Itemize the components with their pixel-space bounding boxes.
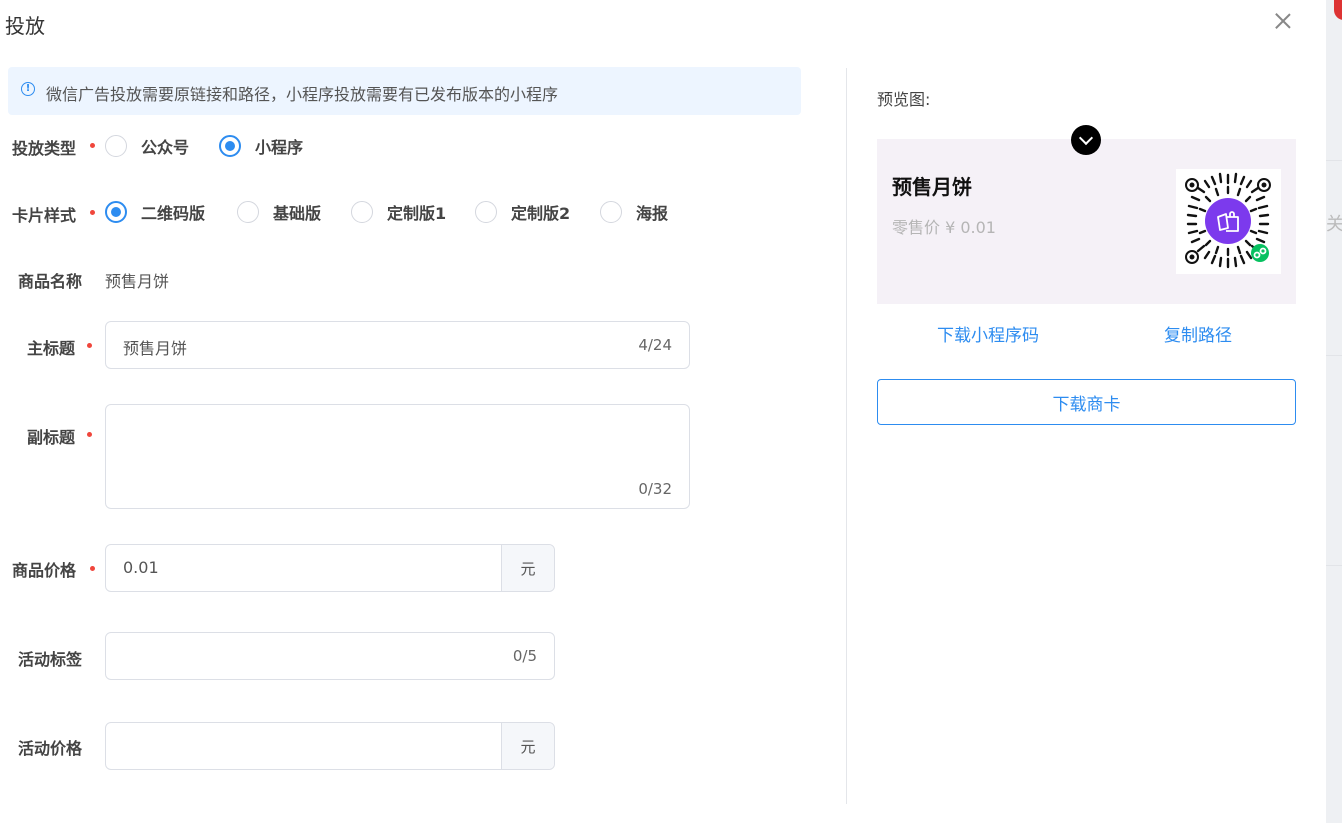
- activity-tag-input[interactable]: 0/5: [105, 632, 555, 680]
- radio-circle[interactable]: [600, 201, 622, 223]
- subtitle-count: 0/32: [638, 480, 672, 498]
- main-title-input[interactable]: 预售月饼 4/24: [105, 321, 690, 369]
- background-page-edge: 关: [1326, 0, 1342, 823]
- radio-mini-program[interactable]: 小程序: [219, 134, 303, 158]
- radio-label: 小程序: [255, 138, 304, 157]
- info-alert: ! 微信广告投放需要原链接和路径，小程序投放需要有已发布版本的小程序: [8, 67, 801, 115]
- background-divider: [1326, 565, 1342, 566]
- notification-badge: [1334, 0, 1342, 20]
- main-title-label: 主标题: [27, 339, 76, 358]
- radio-label: 海报: [636, 204, 669, 223]
- preview-label: 预览图:: [877, 90, 931, 109]
- download-qr-link[interactable]: 下载小程序码: [937, 321, 1039, 346]
- price-value: 0.01: [123, 558, 159, 577]
- radio-circle[interactable]: [105, 201, 127, 223]
- copy-path-link[interactable]: 复制路径: [1164, 321, 1232, 346]
- delivery-type-label: 投放类型: [12, 139, 77, 158]
- background-text: 关: [1326, 214, 1342, 235]
- radio-custom-1[interactable]: 定制版1: [351, 200, 446, 224]
- preview-card: 预售月饼 零售价 ¥ 0.01: [877, 125, 1296, 304]
- alert-text: 微信广告投放需要原链接和路径，小程序投放需要有已发布版本的小程序: [46, 85, 559, 104]
- background-divider: [1326, 160, 1342, 161]
- activity-price-input[interactable]: 元: [105, 722, 555, 770]
- product-name-value: 预售月饼: [105, 272, 170, 291]
- price-input[interactable]: 0.01 元: [105, 544, 555, 592]
- radio-circle[interactable]: [105, 135, 127, 157]
- required-mark: [87, 343, 92, 348]
- subtitle-textarea[interactable]: 0/32: [105, 404, 690, 509]
- qr-code-icon: [1176, 169, 1281, 274]
- radio-circle[interactable]: [237, 201, 259, 223]
- activity-tag-label: 活动标签: [18, 650, 83, 669]
- radio-official-account[interactable]: 公众号: [105, 134, 189, 158]
- radio-circle[interactable]: [219, 135, 241, 157]
- required-mark: [90, 210, 95, 215]
- drawer-title: 投放: [5, 14, 45, 38]
- required-mark: [87, 432, 92, 437]
- info-icon: !: [21, 82, 35, 96]
- subtitle-label: 副标题: [27, 428, 76, 447]
- card-title: 预售月饼: [892, 175, 972, 199]
- radio-circle[interactable]: [351, 201, 373, 223]
- background-divider: [1326, 355, 1342, 356]
- required-mark: [90, 566, 95, 571]
- delivery-drawer: 投放 ! 微信广告投放需要原链接和路径，小程序投放需要有已发布版本的小程序 投放…: [0, 0, 1326, 823]
- download-card-button[interactable]: 下载商卡: [877, 379, 1296, 425]
- main-title-value: 预售月饼: [123, 339, 188, 358]
- radio-poster[interactable]: 海报: [600, 200, 668, 224]
- required-mark: [90, 143, 95, 148]
- radio-custom-2[interactable]: 定制版2: [475, 200, 570, 224]
- radio-label: 二维码版: [141, 204, 206, 223]
- radio-label: 基础版: [273, 204, 322, 223]
- radio-basic-version[interactable]: 基础版: [237, 200, 321, 224]
- chevron-down-icon[interactable]: [1071, 125, 1101, 155]
- radio-label: 定制版2: [511, 204, 571, 223]
- product-name-label: 商品名称: [18, 272, 83, 291]
- radio-label: 定制版1: [387, 204, 447, 223]
- radio-circle[interactable]: [475, 201, 497, 223]
- qr-code-graphic: [1185, 172, 1271, 269]
- price-unit: 元: [501, 545, 554, 591]
- close-icon[interactable]: [1270, 8, 1296, 34]
- activity-tag-count: 0/5: [512, 647, 537, 665]
- radio-label: 公众号: [141, 138, 190, 157]
- price-label: 商品价格: [12, 561, 77, 580]
- activity-price-unit: 元: [501, 723, 554, 769]
- activity-price-label: 活动价格: [18, 739, 83, 758]
- panel-divider: [846, 68, 847, 804]
- card-style-label: 卡片样式: [12, 206, 77, 225]
- card-price: 零售价 ¥ 0.01: [892, 218, 996, 237]
- main-title-count: 4/24: [638, 336, 672, 354]
- radio-qr-version[interactable]: 二维码版: [105, 200, 205, 224]
